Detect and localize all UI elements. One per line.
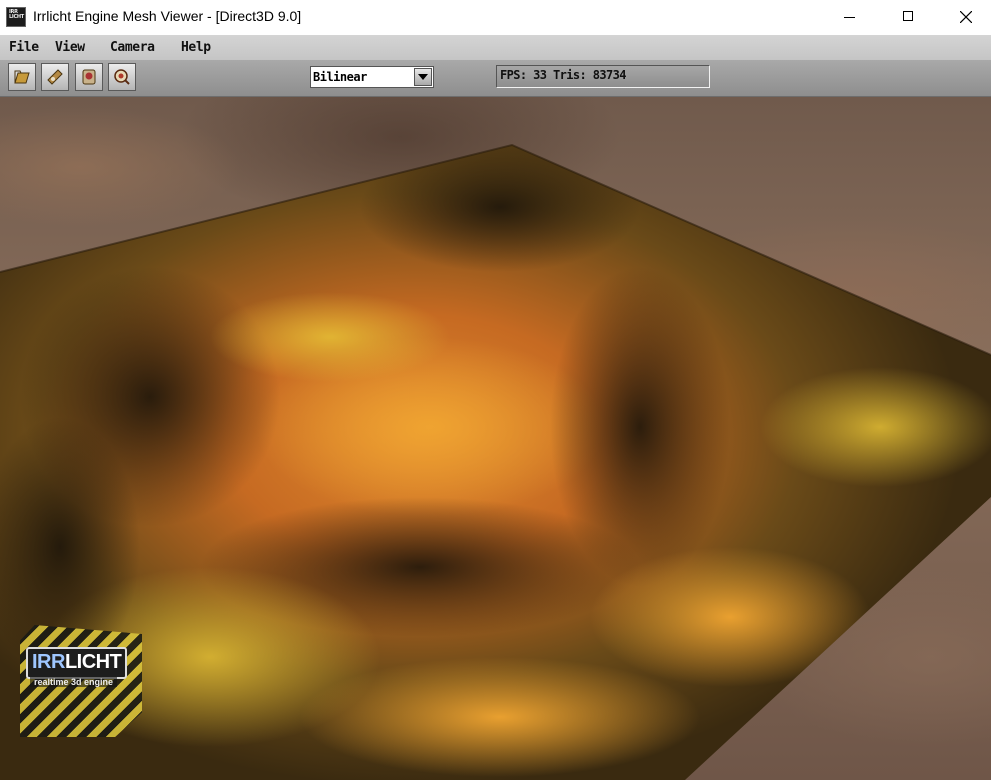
3d-viewport[interactable]: IRRLICHT realtime 3d engine	[0, 97, 991, 780]
open-file-button[interactable]	[8, 63, 36, 91]
fps-status-box: FPS: 33 Tris: 83734	[496, 65, 710, 88]
toolbar: Bilinear FPS: 33 Tris: 83734	[0, 60, 991, 97]
debug-info-icon	[114, 69, 130, 85]
logo-word-irr: IRR	[32, 651, 65, 673]
set-model-archive-icon	[47, 69, 63, 85]
window-title: Irrlicht Engine Mesh Viewer - [Direct3D …	[33, 8, 302, 24]
chevron-down-icon[interactable]	[414, 68, 432, 86]
texture-filter-value: Bilinear	[313, 70, 367, 84]
close-button[interactable]	[937, 0, 991, 35]
logo-word-licht: LICHT	[64, 651, 122, 673]
menu-help[interactable]: Help	[181, 40, 211, 55]
set-model-archive-button[interactable]	[41, 63, 69, 91]
app-icon-text: IRR LICHT	[9, 9, 24, 20]
menu-bar: File View Camera Help	[0, 35, 991, 60]
logo-wordmark: IRRLICHT	[26, 647, 128, 679]
minimize-button[interactable]	[821, 0, 879, 35]
menu-camera[interactable]: Camera	[110, 40, 155, 55]
terrain-mesh	[0, 143, 991, 780]
debug-info-button[interactable]	[108, 63, 136, 91]
texture-filter-select[interactable]: Bilinear	[310, 66, 434, 88]
help-icon	[82, 69, 96, 85]
irrlicht-app-icon[interactable]: IRR LICHT	[6, 7, 26, 27]
help-button[interactable]	[75, 63, 103, 91]
close-icon	[960, 11, 972, 23]
menu-view[interactable]: View	[55, 40, 85, 55]
open-file-icon	[14, 70, 30, 84]
title-bar: IRR LICHT Irrlicht Engine Mesh Viewer - …	[0, 0, 991, 35]
maximize-button[interactable]	[879, 0, 937, 35]
menu-file[interactable]: File	[9, 40, 39, 55]
logo-tagline: realtime 3d engine	[30, 677, 118, 687]
irrlicht-logo: IRRLICHT realtime 3d engine	[20, 625, 142, 737]
fps-status-text: FPS: 33 Tris: 83734	[500, 68, 626, 82]
